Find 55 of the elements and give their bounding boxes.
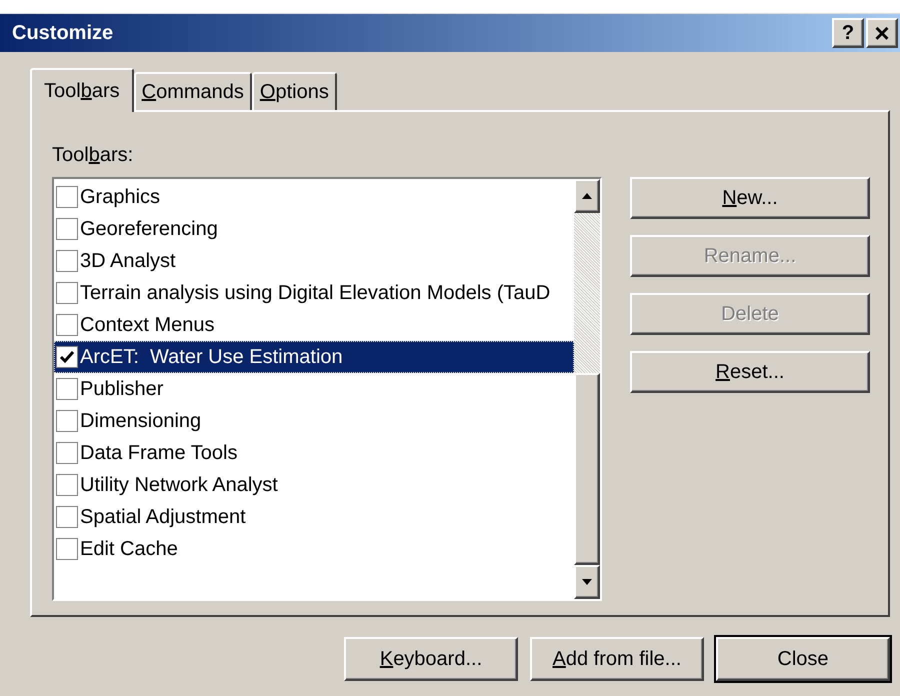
item-label: ArcET: Water Use Estimation — [80, 345, 343, 370]
item-label: Spatial Adjustment — [80, 505, 246, 530]
checkbox[interactable] — [56, 474, 78, 496]
scrollbar[interactable] — [574, 179, 600, 599]
dialog-button[interactable]: Add from file... — [530, 637, 704, 681]
item-label: Edit Cache — [80, 537, 178, 562]
list-item[interactable]: Utility Network Analyst — [54, 469, 574, 501]
list-item[interactable]: Terrain analysis using Digital Elevation Models (TauD — [54, 277, 574, 309]
tab[interactable]: Commands — [134, 72, 252, 110]
list-item[interactable]: Context Menus — [54, 309, 574, 341]
checkbox[interactable] — [56, 378, 78, 400]
list-item[interactable]: Dimensioning — [54, 405, 574, 437]
dialog-button[interactable]: New... — [630, 177, 870, 219]
list-item[interactable]: Edit Cache — [54, 533, 574, 565]
scroll-up-button[interactable] — [574, 179, 600, 213]
item-label: Context Menus — [80, 313, 215, 338]
close-button[interactable]: × — [866, 18, 898, 48]
check-icon — [59, 349, 75, 365]
list-item[interactable]: ArcET: Water Use Estimation — [54, 341, 574, 373]
list-item[interactable]: 3D Analyst — [54, 245, 574, 277]
item-label: Publisher — [80, 377, 164, 402]
checkbox[interactable] — [56, 538, 78, 560]
tab[interactable]: Toolbars — [30, 68, 134, 112]
item-label: Data Frame Tools — [80, 441, 238, 466]
checkbox[interactable] — [56, 506, 78, 528]
help-button[interactable]: ? — [832, 18, 864, 48]
item-label: Georeferencing — [80, 217, 218, 242]
dialog-button[interactable]: Reset... — [630, 351, 870, 393]
list-item[interactable]: Spatial Adjustment — [54, 501, 574, 533]
list-item[interactable]: Data Frame Tools — [54, 437, 574, 469]
checkbox[interactable] — [56, 442, 78, 464]
item-label: 3D Analyst — [80, 249, 176, 274]
tab[interactable]: Options — [252, 72, 337, 110]
item-label: Graphics — [80, 185, 160, 210]
checkbox[interactable] — [56, 346, 78, 368]
item-label: Dimensioning — [80, 409, 202, 434]
checkbox[interactable] — [56, 186, 78, 208]
list-item[interactable]: Graphics — [54, 181, 574, 213]
down-arrow-icon — [581, 578, 593, 586]
checkbox[interactable] — [56, 314, 78, 336]
checkbox[interactable] — [56, 250, 78, 272]
checkbox[interactable] — [56, 218, 78, 240]
dialog-button[interactable]: Close — [716, 637, 890, 681]
checkbox[interactable] — [56, 410, 78, 432]
checkbox[interactable] — [56, 282, 78, 304]
item-label: Terrain analysis using Digital Elevation Models (TauD — [80, 281, 550, 306]
list-item[interactable]: Publisher — [54, 373, 574, 405]
list-item[interactable]: Georeferencing — [54, 213, 574, 245]
window-title: Customize — [12, 21, 114, 46]
scroll-thumb[interactable] — [574, 373, 600, 565]
toolbars-label: Toolbars: — [52, 143, 134, 168]
up-arrow-icon — [581, 192, 593, 200]
dialog-button[interactable]: Keyboard... — [344, 637, 518, 681]
scroll-down-button[interactable] — [574, 565, 600, 599]
item-label: Utility Network Analyst — [80, 473, 278, 498]
